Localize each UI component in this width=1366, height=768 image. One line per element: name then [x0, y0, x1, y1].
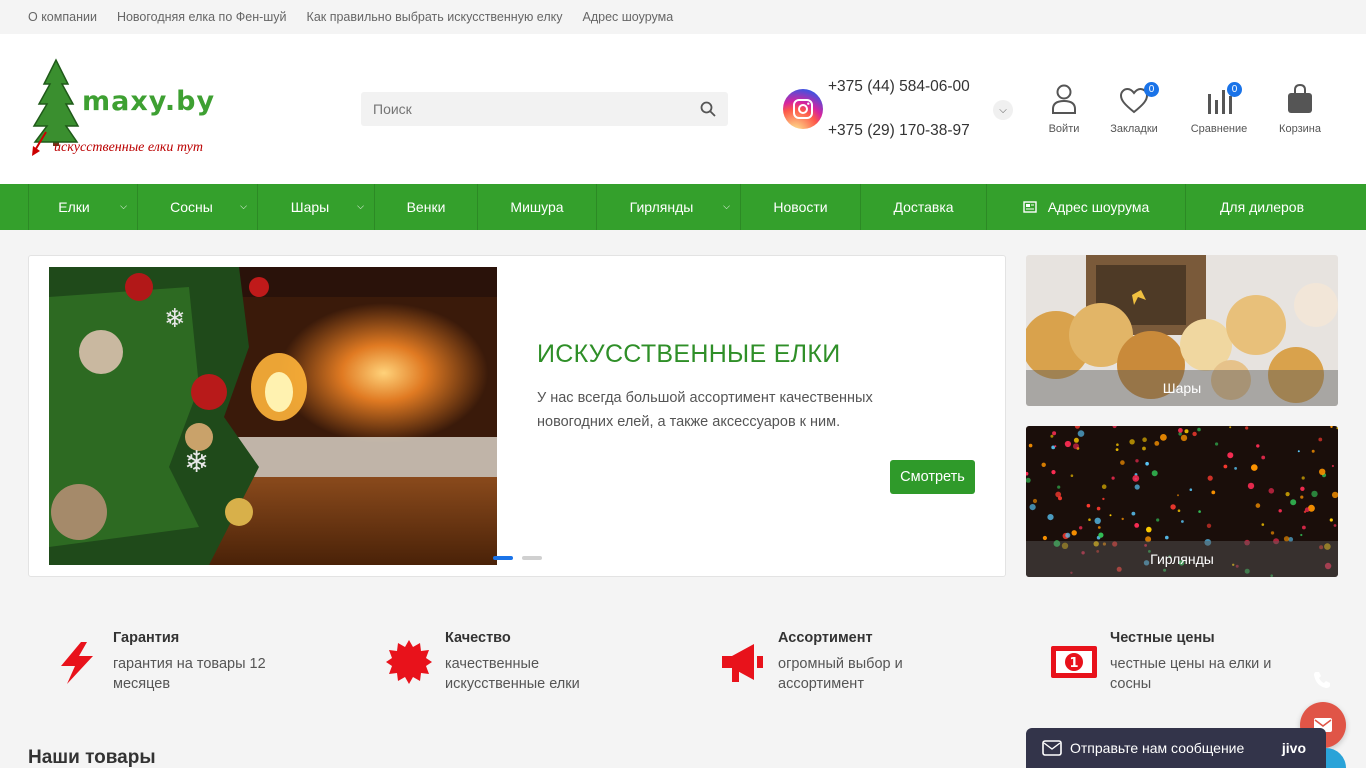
link-feng-shui[interactable]: Новогодняя елка по Фен-шуй [117, 10, 287, 24]
nav-item-tinsel[interactable]: Мишура [478, 184, 597, 230]
search-input[interactable] [361, 92, 681, 126]
money-bill-icon: 1 [1051, 646, 1097, 678]
feature-desc: честные цены на елки и сосны [1110, 656, 1272, 692]
bookmarks-label: Закладки [1110, 123, 1158, 135]
feature-title: Честные цены [1110, 630, 1215, 646]
feature-title: Качество [445, 630, 511, 646]
nav-label: Гирлянды [629, 199, 694, 215]
shopping-bag-icon [1288, 84, 1312, 113]
jivo-logo: jivo [1281, 740, 1306, 756]
compare-label: Сравнение [1190, 123, 1248, 135]
logo-tagline: искусственные елки тут [54, 140, 203, 155]
nav-label: Для дилеров [1219, 199, 1305, 215]
chevron-down-icon[interactable]: ⌵ [993, 100, 1013, 120]
chevron-down-icon: ⌵ [723, 201, 730, 211]
nav-item-trees[interactable]: Елки ⌵ [28, 184, 138, 230]
compare-badge: 0 [1227, 82, 1242, 97]
login-label: Войти [1048, 123, 1080, 135]
nav-label: Мишура [510, 199, 564, 215]
header: maxy.by искусственные елки тут +375 (44)… [0, 34, 1366, 184]
chevron-down-icon: ⌵ [357, 201, 364, 211]
search-icon[interactable] [700, 101, 716, 117]
svg-text:1: 1 [1069, 656, 1078, 671]
feature-title: Ассортимент [778, 630, 873, 646]
nav-item-garlands[interactable]: Гирлянды ⌵ [597, 184, 741, 230]
view-button[interactable]: Смотреть [890, 460, 975, 494]
badge-star-icon [386, 640, 432, 684]
bookmarks-button[interactable]: 0 Закладки [1108, 82, 1160, 135]
nav-item-pines[interactable]: Сосны ⌵ [138, 184, 258, 230]
login-button[interactable]: Войти [1044, 82, 1084, 135]
nav-label: Елки [58, 199, 90, 215]
nav-item-wreaths[interactable]: Венки [375, 184, 478, 230]
slider-dot[interactable] [522, 556, 542, 560]
chevron-down-icon: ⌵ [240, 201, 247, 211]
chat-widget[interactable]: Отправьте нам сообщение jivo [1026, 728, 1326, 768]
nav-label: Венки [406, 199, 446, 215]
chevron-down-icon: ⌵ [120, 201, 127, 211]
svg-text:❄: ❄ [184, 445, 209, 480]
link-how-to-choose[interactable]: Как правильно выбрать искусственную елку [307, 10, 563, 24]
search-box [361, 92, 728, 126]
hero-slider: ❄ ❄ ИСКУССТВЕННЫЕ ЕЛКИ У нас всегда боль… [28, 255, 1006, 577]
feature-title: Гарантия [113, 630, 180, 646]
nav-item-news[interactable]: Новости [741, 184, 861, 230]
banner-text: У нас всегда большой ассортимент качеств… [537, 390, 873, 430]
instagram-glyph-icon [793, 99, 813, 119]
category-card-label: Гирлянды [1026, 541, 1338, 577]
nav-label: Доставка [893, 199, 954, 215]
nav-item-delivery[interactable]: Доставка [861, 184, 987, 230]
nav-label: Сосны [170, 199, 213, 215]
section-title-products: Наши товары [28, 747, 156, 768]
svg-text:❄: ❄ [164, 304, 186, 334]
logo-brand: maxy.by [82, 86, 216, 117]
nav-item-dealers[interactable]: Для дилеров [1186, 184, 1338, 230]
feature-desc: качественные искусственные елки [445, 656, 580, 692]
nav-item-balls[interactable]: Шары ⌵ [258, 184, 375, 230]
link-showroom[interactable]: Адрес шоурума [582, 10, 673, 24]
link-about[interactable]: О компании [28, 10, 97, 24]
category-card-balls[interactable]: Шары [1026, 255, 1338, 406]
nav-label: Адрес шоурума [1047, 199, 1150, 215]
top-links-bar: О компании Новогодняя елка по Фен-шуй Ка… [0, 0, 1366, 34]
banner-title: ИСКУССТВЕННЫЕ ЕЛКИ [537, 340, 841, 368]
phone-number-2[interactable]: +375 (29) 170-38-97 [828, 122, 970, 140]
nav-label: Шары [290, 199, 330, 215]
user-icon [1052, 84, 1076, 114]
main-nav: Елки ⌵ Сосны ⌵ Шары ⌵ Венки Мишура Гирля… [0, 184, 1366, 230]
chat-label: Отправьте нам сообщение [1070, 740, 1245, 756]
instagram-icon[interactable] [783, 89, 823, 129]
site-logo[interactable]: maxy.by искусственные елки тут [30, 58, 214, 168]
feature-desc: огромный выбор и ассортимент [778, 656, 903, 692]
nav-label: Новости [773, 199, 828, 215]
envelope-icon [1042, 740, 1062, 756]
phone-call-icon[interactable] [1312, 670, 1332, 690]
nav-item-showroom[interactable]: Адрес шоурума [987, 184, 1186, 230]
newspaper-icon [1023, 201, 1037, 213]
phone-number-1[interactable]: +375 (44) 584-06-00 [828, 78, 970, 96]
cart-label: Корзина [1279, 123, 1321, 135]
slider-dot-active[interactable] [493, 556, 513, 560]
megaphone-icon [722, 644, 763, 682]
compare-button[interactable]: 0 Сравнение [1188, 82, 1250, 135]
feature-desc: гарантия на товары 12 месяцев [113, 656, 266, 692]
category-card-garlands[interactable]: Гирлянды [1026, 426, 1338, 577]
bookmarks-badge: 0 [1144, 82, 1159, 97]
hero-image-christmas-tree[interactable]: ❄ ❄ [49, 267, 497, 565]
cart-button[interactable]: Корзина [1276, 82, 1324, 135]
lightning-icon [61, 642, 93, 684]
category-card-label: Шары [1026, 370, 1338, 406]
